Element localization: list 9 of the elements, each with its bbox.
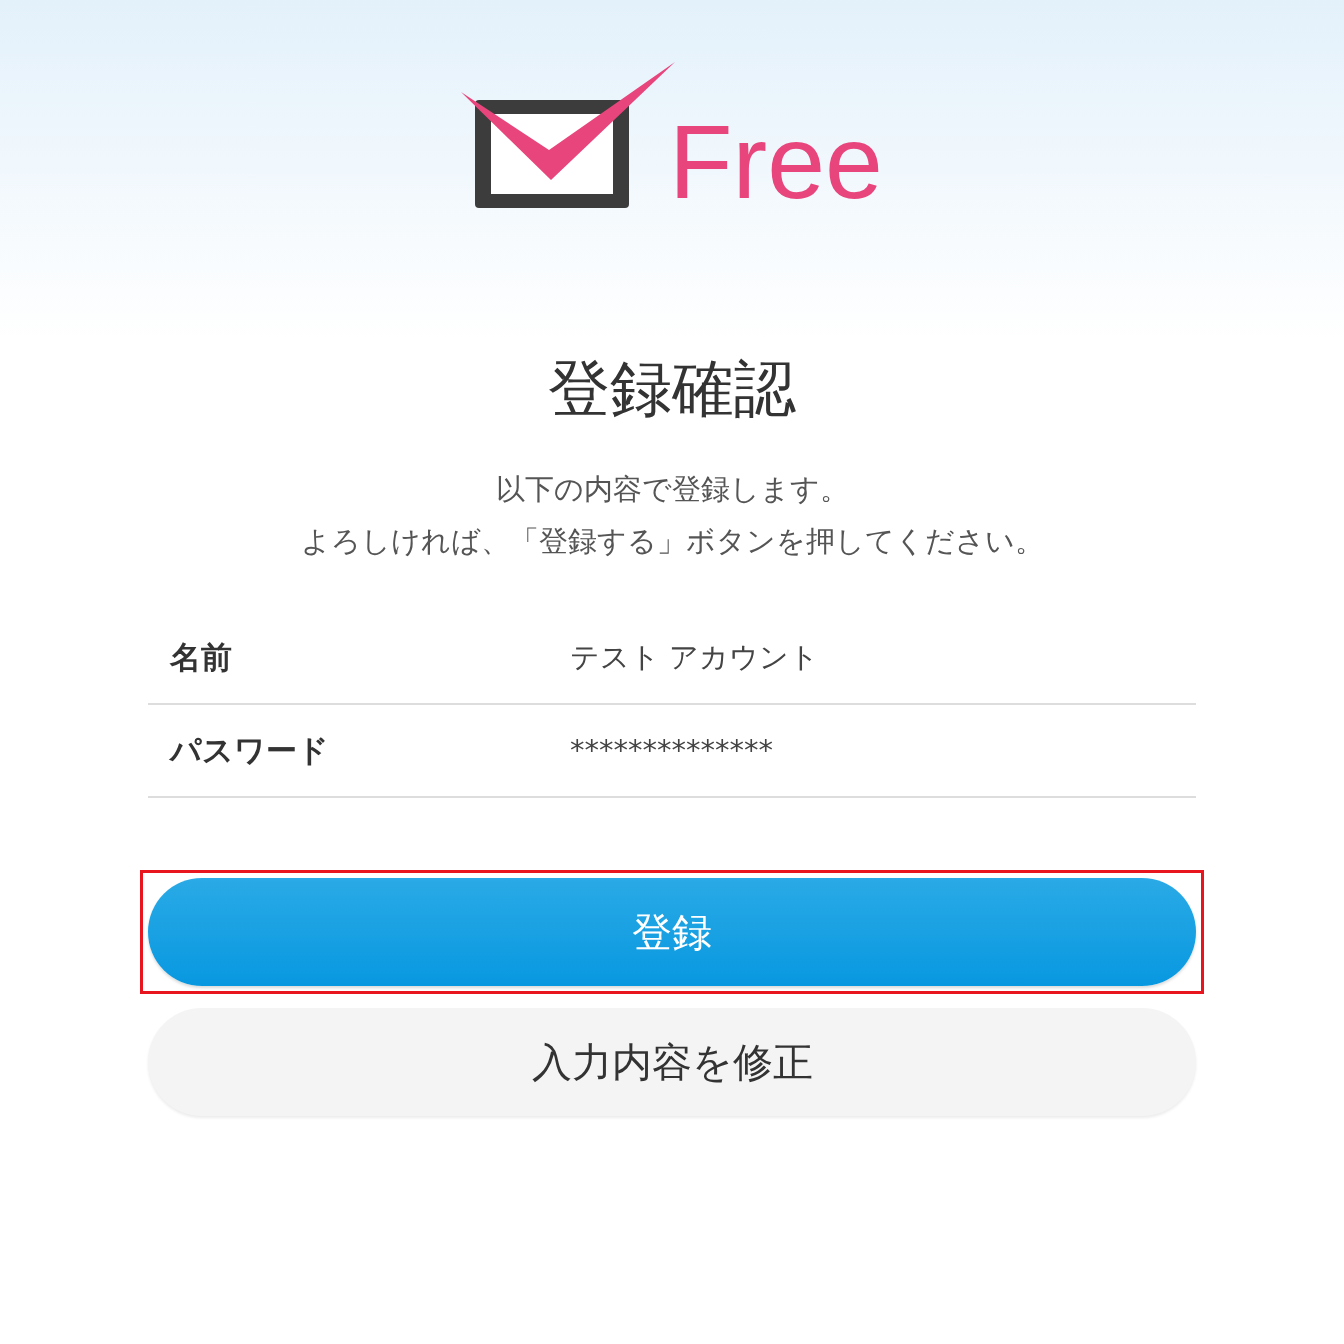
message-text: よろしければ、「登録する」ボタンを押してください。 (300, 523, 1044, 560)
logo-text: Free (669, 110, 883, 214)
field-value: テスト アカウント (570, 638, 820, 676)
edit-button[interactable]: 入力内容を修正 (148, 1008, 1196, 1116)
message-text: 以下の内容で登録します。 (495, 471, 849, 508)
field-label: 名前 (168, 638, 233, 678)
field-value: ************** (570, 731, 773, 769)
page-title: 登録確認 (548, 358, 796, 420)
field-label: パスワード (168, 731, 330, 771)
